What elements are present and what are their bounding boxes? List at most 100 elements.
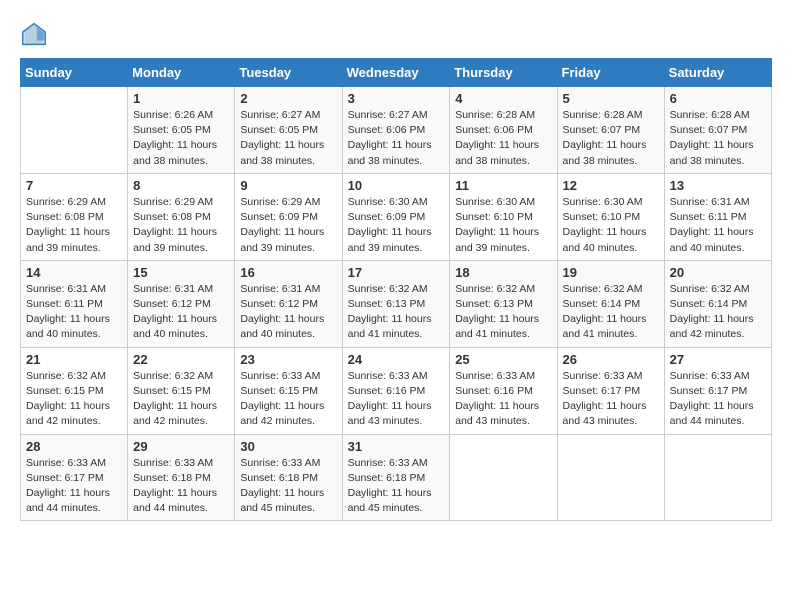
cell-info: Sunrise: 6:33 AM Sunset: 6:18 PM Dayligh… xyxy=(133,456,229,517)
cell-info: Sunrise: 6:33 AM Sunset: 6:16 PM Dayligh… xyxy=(455,369,551,430)
column-header-sunday: Sunday xyxy=(21,59,128,87)
calendar-cell: 2 Sunrise: 6:27 AM Sunset: 6:05 PM Daylig… xyxy=(235,87,342,174)
cell-info: Sunrise: 6:31 AM Sunset: 6:12 PM Dayligh… xyxy=(240,282,336,343)
cell-info: Sunrise: 6:33 AM Sunset: 6:17 PM Dayligh… xyxy=(26,456,122,517)
cell-info: Sunrise: 6:29 AM Sunset: 6:09 PM Dayligh… xyxy=(240,195,336,256)
calendar-cell: 22 Sunrise: 6:32 AM Sunset: 6:15 PM Dayli… xyxy=(128,347,235,434)
calendar-cell: 25 Sunrise: 6:33 AM Sunset: 6:16 PM Dayli… xyxy=(450,347,557,434)
cell-info: Sunrise: 6:32 AM Sunset: 6:13 PM Dayligh… xyxy=(455,282,551,343)
day-number: 22 xyxy=(133,352,229,367)
calendar-cell xyxy=(450,434,557,521)
calendar-cell: 24 Sunrise: 6:33 AM Sunset: 6:16 PM Dayli… xyxy=(342,347,450,434)
day-number: 26 xyxy=(563,352,659,367)
cell-info: Sunrise: 6:31 AM Sunset: 6:12 PM Dayligh… xyxy=(133,282,229,343)
calendar-cell: 14 Sunrise: 6:31 AM Sunset: 6:11 PM Dayli… xyxy=(21,260,128,347)
cell-info: Sunrise: 6:33 AM Sunset: 6:15 PM Dayligh… xyxy=(240,369,336,430)
calendar-week-row: 7 Sunrise: 6:29 AM Sunset: 6:08 PM Daylig… xyxy=(21,173,772,260)
cell-info: Sunrise: 6:28 AM Sunset: 6:07 PM Dayligh… xyxy=(670,108,766,169)
cell-info: Sunrise: 6:26 AM Sunset: 6:05 PM Dayligh… xyxy=(133,108,229,169)
day-number: 7 xyxy=(26,178,122,193)
cell-info: Sunrise: 6:31 AM Sunset: 6:11 PM Dayligh… xyxy=(670,195,766,256)
cell-info: Sunrise: 6:33 AM Sunset: 6:16 PM Dayligh… xyxy=(348,369,445,430)
cell-info: Sunrise: 6:31 AM Sunset: 6:11 PM Dayligh… xyxy=(26,282,122,343)
calendar-cell: 4 Sunrise: 6:28 AM Sunset: 6:06 PM Daylig… xyxy=(450,87,557,174)
cell-info: Sunrise: 6:30 AM Sunset: 6:09 PM Dayligh… xyxy=(348,195,445,256)
cell-info: Sunrise: 6:28 AM Sunset: 6:07 PM Dayligh… xyxy=(563,108,659,169)
calendar-cell: 15 Sunrise: 6:31 AM Sunset: 6:12 PM Dayli… xyxy=(128,260,235,347)
day-number: 18 xyxy=(455,265,551,280)
day-number: 20 xyxy=(670,265,766,280)
calendar-week-row: 14 Sunrise: 6:31 AM Sunset: 6:11 PM Dayli… xyxy=(21,260,772,347)
cell-info: Sunrise: 6:29 AM Sunset: 6:08 PM Dayligh… xyxy=(133,195,229,256)
calendar-cell xyxy=(664,434,771,521)
day-number: 16 xyxy=(240,265,336,280)
logo xyxy=(20,20,52,48)
calendar-cell xyxy=(21,87,128,174)
column-header-thursday: Thursday xyxy=(450,59,557,87)
cell-info: Sunrise: 6:32 AM Sunset: 6:14 PM Dayligh… xyxy=(563,282,659,343)
calendar-week-row: 21 Sunrise: 6:32 AM Sunset: 6:15 PM Dayli… xyxy=(21,347,772,434)
day-number: 28 xyxy=(26,439,122,454)
cell-info: Sunrise: 6:27 AM Sunset: 6:06 PM Dayligh… xyxy=(348,108,445,169)
day-number: 23 xyxy=(240,352,336,367)
day-number: 19 xyxy=(563,265,659,280)
cell-info: Sunrise: 6:32 AM Sunset: 6:15 PM Dayligh… xyxy=(133,369,229,430)
day-number: 11 xyxy=(455,178,551,193)
calendar-table: SundayMondayTuesdayWednesdayThursdayFrid… xyxy=(20,58,772,521)
calendar-cell: 31 Sunrise: 6:33 AM Sunset: 6:18 PM Dayli… xyxy=(342,434,450,521)
day-number: 15 xyxy=(133,265,229,280)
day-number: 1 xyxy=(133,91,229,106)
day-number: 25 xyxy=(455,352,551,367)
column-header-monday: Monday xyxy=(128,59,235,87)
calendar-cell: 3 Sunrise: 6:27 AM Sunset: 6:06 PM Daylig… xyxy=(342,87,450,174)
cell-info: Sunrise: 6:32 AM Sunset: 6:15 PM Dayligh… xyxy=(26,369,122,430)
day-number: 30 xyxy=(240,439,336,454)
cell-info: Sunrise: 6:32 AM Sunset: 6:14 PM Dayligh… xyxy=(670,282,766,343)
day-number: 4 xyxy=(455,91,551,106)
calendar-cell: 20 Sunrise: 6:32 AM Sunset: 6:14 PM Dayli… xyxy=(664,260,771,347)
calendar-cell: 12 Sunrise: 6:30 AM Sunset: 6:10 PM Dayli… xyxy=(557,173,664,260)
day-number: 17 xyxy=(348,265,445,280)
page-header xyxy=(20,20,772,48)
day-number: 31 xyxy=(348,439,445,454)
day-number: 9 xyxy=(240,178,336,193)
day-number: 2 xyxy=(240,91,336,106)
day-number: 6 xyxy=(670,91,766,106)
calendar-header-row: SundayMondayTuesdayWednesdayThursdayFrid… xyxy=(21,59,772,87)
calendar-cell: 17 Sunrise: 6:32 AM Sunset: 6:13 PM Dayli… xyxy=(342,260,450,347)
column-header-saturday: Saturday xyxy=(664,59,771,87)
column-header-wednesday: Wednesday xyxy=(342,59,450,87)
cell-info: Sunrise: 6:33 AM Sunset: 6:18 PM Dayligh… xyxy=(348,456,445,517)
calendar-cell: 23 Sunrise: 6:33 AM Sunset: 6:15 PM Dayli… xyxy=(235,347,342,434)
calendar-week-row: 28 Sunrise: 6:33 AM Sunset: 6:17 PM Dayli… xyxy=(21,434,772,521)
calendar-cell: 11 Sunrise: 6:30 AM Sunset: 6:10 PM Dayli… xyxy=(450,173,557,260)
day-number: 5 xyxy=(563,91,659,106)
cell-info: Sunrise: 6:30 AM Sunset: 6:10 PM Dayligh… xyxy=(563,195,659,256)
column-header-friday: Friday xyxy=(557,59,664,87)
day-number: 27 xyxy=(670,352,766,367)
cell-info: Sunrise: 6:32 AM Sunset: 6:13 PM Dayligh… xyxy=(348,282,445,343)
calendar-cell: 9 Sunrise: 6:29 AM Sunset: 6:09 PM Daylig… xyxy=(235,173,342,260)
cell-info: Sunrise: 6:30 AM Sunset: 6:10 PM Dayligh… xyxy=(455,195,551,256)
calendar-cell: 28 Sunrise: 6:33 AM Sunset: 6:17 PM Dayli… xyxy=(21,434,128,521)
calendar-cell: 8Sunrise: 6:29 AM Sunset: 6:08 PM Daylig… xyxy=(128,173,235,260)
day-number: 21 xyxy=(26,352,122,367)
day-number: 10 xyxy=(348,178,445,193)
cell-info: Sunrise: 6:28 AM Sunset: 6:06 PM Dayligh… xyxy=(455,108,551,169)
day-number: 14 xyxy=(26,265,122,280)
calendar-cell: 19 Sunrise: 6:32 AM Sunset: 6:14 PM Dayli… xyxy=(557,260,664,347)
calendar-cell: 30Sunrise: 6:33 AM Sunset: 6:18 PM Dayli… xyxy=(235,434,342,521)
logo-icon xyxy=(20,20,48,48)
day-number: 12 xyxy=(563,178,659,193)
calendar-cell: 21 Sunrise: 6:32 AM Sunset: 6:15 PM Dayli… xyxy=(21,347,128,434)
day-number: 24 xyxy=(348,352,445,367)
day-number: 29 xyxy=(133,439,229,454)
calendar-week-row: 1 Sunrise: 6:26 AM Sunset: 6:05 PM Daylig… xyxy=(21,87,772,174)
calendar-cell: 13Sunrise: 6:31 AM Sunset: 6:11 PM Dayli… xyxy=(664,173,771,260)
calendar-cell xyxy=(557,434,664,521)
day-number: 3 xyxy=(348,91,445,106)
cell-info: Sunrise: 6:27 AM Sunset: 6:05 PM Dayligh… xyxy=(240,108,336,169)
calendar-cell: 1 Sunrise: 6:26 AM Sunset: 6:05 PM Daylig… xyxy=(128,87,235,174)
calendar-cell: 26Sunrise: 6:33 AM Sunset: 6:17 PM Dayli… xyxy=(557,347,664,434)
calendar-cell: 16 Sunrise: 6:31 AM Sunset: 6:12 PM Dayli… xyxy=(235,260,342,347)
